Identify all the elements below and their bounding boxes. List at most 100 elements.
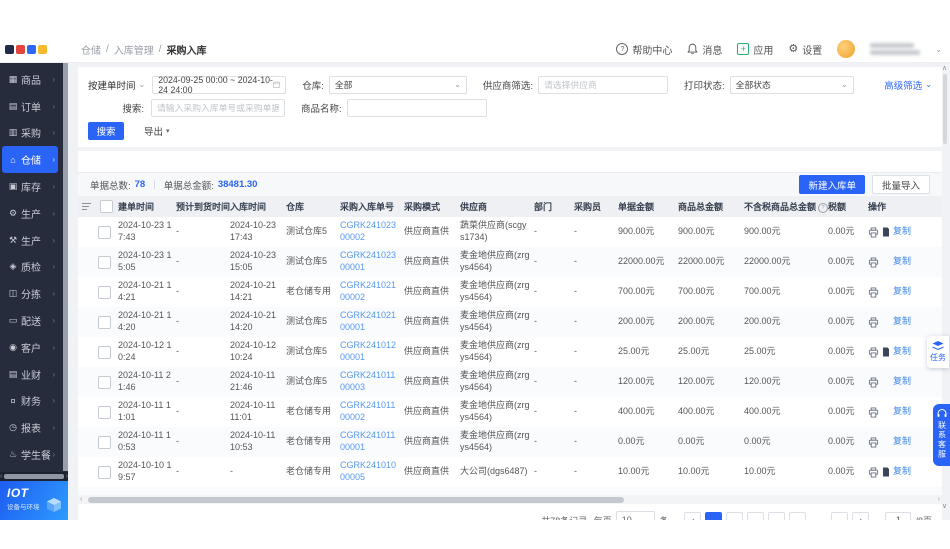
- print-icon[interactable]: [868, 317, 879, 328]
- print-icon[interactable]: [868, 377, 879, 388]
- per-page-select[interactable]: 10 ⌄: [616, 511, 656, 521]
- breadcrumb-item[interactable]: 仓储: [81, 42, 101, 57]
- apps-link[interactable]: + 应用: [737, 42, 773, 57]
- page-button[interactable]: [789, 512, 806, 521]
- sidebar-item[interactable]: ⌂ 仓储 ›: [2, 146, 58, 173]
- print-icon[interactable]: [868, 257, 879, 268]
- sidebar-item[interactable]: ▣ 库存 ›: [2, 173, 58, 200]
- table-row[interactable]: 2024-10-10 19:57 - - 老仓储专用 CGRK241010000…: [78, 457, 942, 487]
- table-row[interactable]: 2024-10-10 2024-10-10 CGRK241010: [78, 487, 942, 495]
- page-button[interactable]: [810, 512, 827, 521]
- page-button[interactable]: [705, 512, 722, 521]
- prev-page-button[interactable]: ‹: [684, 512, 701, 521]
- order-number-link[interactable]: CGRK24101100001: [340, 430, 404, 453]
- order-number-link[interactable]: CGRK24102300002: [340, 220, 404, 243]
- date-range-picker[interactable]: 2024-09-25 00:00 ~ 2024-10-24 24:00: [152, 76, 286, 94]
- select-all-checkbox[interactable]: [100, 200, 113, 213]
- document-icon[interactable]: [882, 227, 890, 237]
- print-icon[interactable]: [868, 287, 879, 298]
- sidebar-item[interactable]: ◉ 客户 ›: [2, 334, 58, 361]
- row-checkbox[interactable]: [98, 256, 111, 269]
- sidebar-item[interactable]: ▤ 订单 ›: [2, 93, 58, 120]
- column-settings-icon[interactable]: [78, 202, 94, 211]
- scroll-right-icon[interactable]: ›: [66, 473, 68, 480]
- print-icon[interactable]: [868, 407, 879, 418]
- copy-link[interactable]: 复制: [893, 256, 911, 268]
- date-type-select[interactable]: 按建单时间 ⌄: [88, 78, 145, 92]
- scrollbar-thumb[interactable]: [4, 474, 63, 479]
- task-widget[interactable]: 任务: [927, 336, 949, 368]
- table-row[interactable]: 2024-10-23 15:05 - 2024-10-23 15:05 测试仓库…: [78, 247, 942, 277]
- document-icon[interactable]: [882, 467, 890, 477]
- page-jump-input[interactable]: [885, 512, 911, 521]
- copy-link[interactable]: 复制: [893, 466, 911, 478]
- sidebar-item[interactable]: ¤ 财务 ›: [2, 388, 58, 415]
- info-icon[interactable]: ?: [818, 203, 828, 213]
- print-icon[interactable]: [868, 227, 879, 238]
- table-row[interactable]: 2024-10-21 14:21 - 2024-10-21 14:21 老仓储专…: [78, 277, 942, 307]
- table-row[interactable]: 2024-10-11 21:46 - 2024-10-11 21:46 测试仓库…: [78, 367, 942, 397]
- batch-import-button[interactable]: 批量导入: [872, 175, 930, 194]
- sidebar-item[interactable]: ◷ 报表 ›: [2, 414, 58, 441]
- page-button[interactable]: [726, 512, 743, 521]
- sidebar-item[interactable]: ♨ 学生餐 ›: [2, 441, 58, 468]
- table-row[interactable]: 2024-10-12 10:24 - 2024-10-12 10:24 测试仓库…: [78, 337, 942, 367]
- supplier-input[interactable]: [538, 76, 668, 94]
- contact-service-widget[interactable]: 联系客服: [933, 404, 950, 466]
- copy-link[interactable]: 复制: [893, 436, 911, 448]
- document-icon[interactable]: [882, 347, 890, 357]
- scroll-left-icon[interactable]: ‹: [0, 473, 2, 480]
- search-button[interactable]: 搜索: [88, 122, 124, 140]
- table-row[interactable]: 2024-10-11 11:01 - 2024-10-11 11:01 老仓储专…: [78, 397, 942, 427]
- row-checkbox[interactable]: [98, 406, 111, 419]
- page-button[interactable]: [747, 512, 764, 521]
- row-checkbox[interactable]: [98, 226, 111, 239]
- table-horizontal-scrollbar[interactable]: ‹ ›: [78, 495, 942, 504]
- table-row[interactable]: 2024-10-11 10:53 - 2024-10-11 10:53 老仓储专…: [78, 427, 942, 457]
- advanced-filter-link[interactable]: 高级筛选 ⌄: [884, 78, 932, 92]
- order-number-link[interactable]: CGRK24102100002: [340, 280, 404, 303]
- sidebar-item[interactable]: ◈ 质检 ›: [2, 254, 58, 281]
- print-icon[interactable]: [868, 347, 879, 358]
- search-input[interactable]: [151, 99, 285, 117]
- row-checkbox[interactable]: [98, 316, 111, 329]
- sidebar-item[interactable]: ▭ 配送 ›: [2, 307, 58, 334]
- order-number-link[interactable]: CGRK24102300001: [340, 250, 404, 273]
- export-dropdown[interactable]: 导出 ▾: [144, 124, 170, 138]
- page-button[interactable]: [831, 512, 848, 521]
- row-checkbox[interactable]: [98, 466, 111, 479]
- order-number-link[interactable]: CGRK24101100003: [340, 370, 404, 393]
- sidebar-vertical-scrollbar[interactable]: [63, 63, 68, 471]
- sidebar-item[interactable]: ⚒ 生产 ›: [2, 227, 58, 254]
- sidebar-horizontal-scrollbar[interactable]: ‹ ›: [0, 472, 68, 481]
- page-button[interactable]: [768, 512, 785, 521]
- help-center-link[interactable]: ? 帮助中心: [616, 42, 672, 57]
- copy-link[interactable]: 复制: [893, 346, 911, 358]
- sidebar-item[interactable]: ▥ 采购 ›: [2, 120, 58, 147]
- copy-link[interactable]: 复制: [893, 406, 911, 418]
- print-icon[interactable]: [868, 467, 879, 478]
- scrollbar-thumb[interactable]: [88, 497, 624, 503]
- sidebar-item[interactable]: ▤ 业财 ›: [2, 361, 58, 388]
- order-number-link[interactable]: CGRK24101000005: [340, 460, 404, 483]
- order-number-link[interactable]: CGRK24101200001: [340, 340, 404, 363]
- create-inbound-button[interactable]: 新建入库单: [799, 175, 865, 194]
- print-icon[interactable]: [868, 437, 879, 448]
- table-row[interactable]: 2024-10-21 14:20 - 2024-10-21 14:20 测试仓库…: [78, 307, 942, 337]
- next-page-button[interactable]: ›: [852, 512, 869, 521]
- user-menu-caret-icon[interactable]: ⌄: [935, 45, 942, 54]
- settings-link[interactable]: ⚙ 设置: [788, 42, 822, 57]
- warehouse-select[interactable]: 全部 ⌄: [329, 76, 467, 94]
- row-checkbox[interactable]: [98, 286, 111, 299]
- copy-link[interactable]: 复制: [893, 286, 911, 298]
- iot-banner[interactable]: IOT 设备与环境: [0, 481, 68, 520]
- copy-link[interactable]: 复制: [893, 376, 911, 388]
- scroll-down-icon[interactable]: ∨: [942, 502, 947, 510]
- row-checkbox[interactable]: [98, 436, 111, 449]
- scrollbar-thumb[interactable]: [943, 74, 947, 144]
- row-checkbox[interactable]: [98, 376, 111, 389]
- breadcrumb-item[interactable]: 入库管理: [114, 42, 154, 57]
- avatar[interactable]: [837, 40, 855, 58]
- copy-link[interactable]: 复制: [893, 226, 911, 238]
- row-checkbox[interactable]: [98, 346, 111, 359]
